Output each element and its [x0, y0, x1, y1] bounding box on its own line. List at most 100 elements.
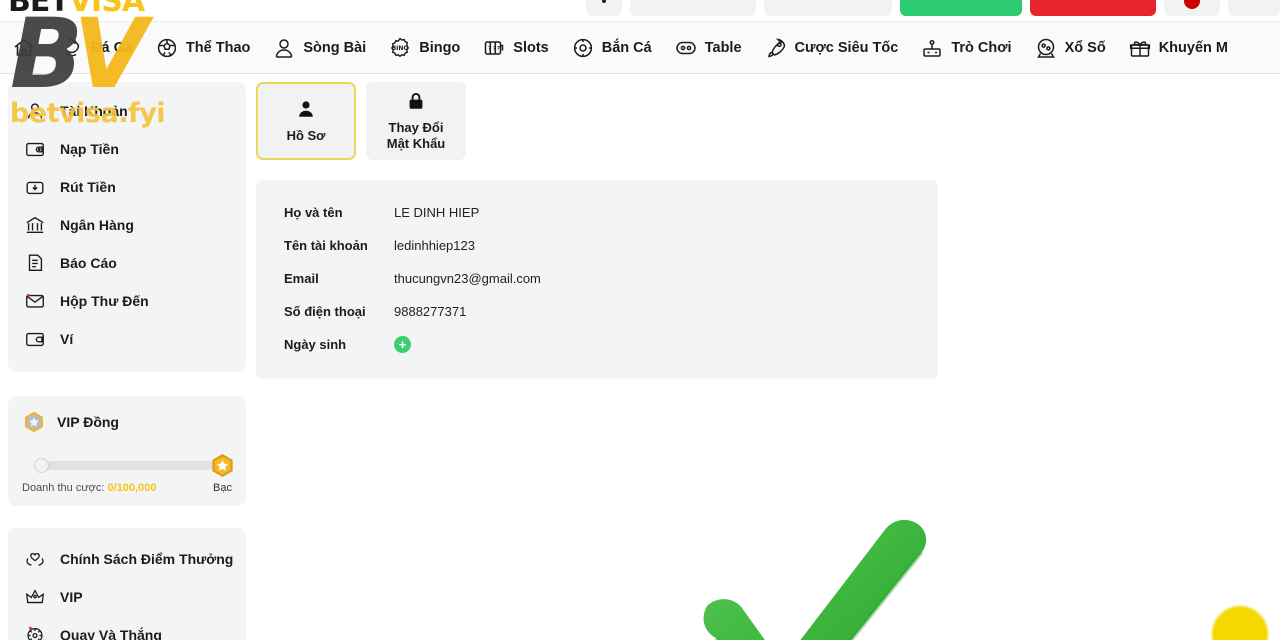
nav-item-xo-so[interactable]: Xổ Số [1023, 22, 1117, 73]
casino-dealer-icon [276, 38, 293, 58]
nav-label-da-ga: Đá Gà [91, 39, 133, 56]
nav-label-table: Table [704, 39, 742, 56]
balance-button[interactable] [630, 0, 756, 16]
lock-icon [409, 93, 423, 110]
sidebar-label-tai-khoan: Tài Khoản [60, 103, 128, 119]
withdraw-button[interactable] [1030, 0, 1156, 16]
profile-row-phone: Số điện thoại 9888277371 [256, 295, 938, 328]
profile-row-birthday: Ngày sinh + [256, 328, 938, 361]
vip-tier-title: VIP Đồng [57, 414, 119, 430]
main-navigation: Đá Gà Thể Thao Sòng Bài BING Bingo 777 S… [0, 21, 1280, 74]
green-checkmark-graphic [672, 514, 952, 640]
sidebar-item-vip[interactable]: VIP [8, 578, 246, 616]
sidebar-menu-card: Tài Khoản Nạp Tiền Rút Tiền Ngân Hàng Bá… [8, 82, 246, 372]
sidebar-item-tai-khoan[interactable]: Tài Khoản [8, 92, 246, 130]
user-icon [27, 103, 43, 119]
nav-item-ban-ca[interactable]: Bắn Cá [560, 22, 663, 73]
sidebar-label-hop-thu-den: Hộp Thư Đến [60, 293, 149, 309]
crown-icon [25, 589, 45, 604]
sidebar-item-nap-tien[interactable]: Nạp Tiền [8, 130, 246, 168]
language-flag-button[interactable] [1164, 0, 1220, 16]
sidebar-label-bao-cao: Báo Cáo [60, 255, 117, 271]
vip-next-tier-badge [209, 452, 236, 484]
sidebar-label-ngan-hang: Ngân Hàng [60, 217, 134, 233]
vip-turnover-value: 0/100,000 [107, 482, 157, 494]
sidebar-item-chinh-sach-diem-thuong[interactable]: Chính Sách Điểm Thưởng [8, 540, 246, 578]
nav-item-cuoc-sieu-toc[interactable]: Cược Siêu Tốc [753, 22, 910, 73]
profile-label-birthday: Ngày sinh [284, 337, 347, 352]
svg-text:7: 7 [488, 45, 491, 51]
bank-icon [26, 216, 44, 234]
deposit-button[interactable] [900, 0, 1022, 16]
profile-value-username: ledinhhiep123 [394, 238, 475, 253]
tab-thay-doi-mat-khau[interactable]: Thay Đổi Mật Khẩu [366, 82, 466, 160]
lottery-icon [1036, 38, 1055, 58]
sidebar-item-bao-cao[interactable]: Báo Cáo [8, 244, 246, 282]
vip-header: VIP Đồng [22, 410, 232, 434]
tab-label-ho-so: Hồ Sơ [286, 128, 326, 144]
support-chat-bubble[interactable] [1212, 606, 1268, 640]
rocket-icon [767, 37, 785, 57]
nav-label-xo-so: Xổ Số [1064, 39, 1106, 56]
nav-label-bingo: Bingo [419, 39, 461, 56]
vip-turnover-row: Doanh thu cược: 0/100,000 [22, 482, 156, 494]
nav-label-slots: Slots [513, 39, 549, 56]
nav-label-khuyen-mai: Khuyến M [1158, 39, 1228, 56]
add-birthday-button[interactable]: + [394, 336, 411, 353]
spin-wheel-icon [27, 626, 43, 640]
nav-item-da-ga[interactable]: Đá Gà [49, 22, 144, 73]
nav-item-table[interactable]: Table [663, 22, 753, 73]
logo-text-bet: BET [8, 0, 70, 19]
sidebar-label-nap-tien: Nạp Tiền [60, 141, 119, 157]
vip-progress-knob[interactable] [34, 458, 49, 473]
deposit-wallet-icon [26, 142, 44, 157]
gift-icon [1129, 40, 1150, 57]
main-content: Hồ Sơ Thay Đổi Mật Khẩu Họ và tên LE DIN… [256, 82, 1272, 379]
nav-item-khuyen-mai[interactable]: Khuyến M [1117, 22, 1239, 73]
sidebar-label-rut-tien: Rút Tiền [60, 179, 116, 195]
sidebar-item-quay-va-thang[interactable]: Quay Và Thắng [8, 616, 246, 640]
nav-item-bingo[interactable]: BING Bingo [377, 22, 471, 73]
nav-item-the-thao[interactable]: Thể Thao [144, 22, 261, 73]
person-icon [299, 101, 313, 117]
account-button[interactable] [764, 0, 892, 16]
home-icon [14, 38, 34, 56]
menu-button[interactable] [1228, 0, 1280, 16]
table-game-icon [675, 41, 696, 54]
logo-text-visa: VISA [68, 0, 145, 19]
sidebar-label-vi: Ví [60, 331, 74, 347]
nav-item-tro-choi[interactable]: Trò Chơi [909, 22, 1022, 73]
sidebar-item-ngan-hang[interactable]: Ngân Hàng [8, 206, 246, 244]
profile-label-fullname: Họ và tên [284, 205, 343, 220]
vip-progress-card: VIP Đồng Doanh thu cược: 0/100,000 Bạc [8, 396, 246, 506]
nav-item-slots[interactable]: 777 Slots [471, 22, 559, 73]
inbox-icon [26, 293, 44, 308]
fishing-target-icon [573, 38, 592, 57]
top-actions [586, 0, 1280, 16]
notification-button[interactable] [586, 0, 622, 16]
sidebar-item-vi[interactable]: Ví [8, 320, 246, 358]
vip-progress-bar[interactable] [22, 454, 233, 477]
profile-tabs: Hồ Sơ Thay Đổi Mật Khẩu [256, 82, 1272, 160]
vip-progress-track [34, 461, 214, 470]
wallet-icon [26, 332, 44, 347]
nav-label-the-thao: Thể Thao [185, 39, 251, 56]
bingo-icon: BING [391, 37, 410, 57]
sidebar-label-vip: VIP [60, 589, 83, 605]
profile-value-email: thucungvn23@gmail.com [394, 271, 541, 286]
rooster-icon [64, 38, 80, 56]
profile-value-fullname: LE DINH HIEP [394, 205, 480, 220]
site-logo[interactable]: BETVISA [8, 0, 145, 19]
nav-label-song-bai: Sòng Bài [303, 39, 367, 56]
sidebar-item-hop-thu-den[interactable]: Hộp Thư Đến [8, 282, 246, 320]
nav-label-ban-ca: Bắn Cá [601, 39, 652, 56]
nav-item-song-bai[interactable]: Sòng Bài [261, 22, 377, 73]
profile-value-phone: 9888277371 [394, 304, 467, 319]
nav-item-home[interactable] [6, 22, 49, 73]
svg-text:7: 7 [497, 45, 500, 51]
tab-ho-so[interactable]: Hồ Sơ [256, 82, 356, 160]
sidebar-item-rut-tien[interactable]: Rút Tiền [8, 168, 246, 206]
withdraw-icon [26, 181, 44, 195]
profile-label-username: Tên tài khoản [284, 238, 368, 253]
slots-icon: 777 [485, 40, 504, 55]
